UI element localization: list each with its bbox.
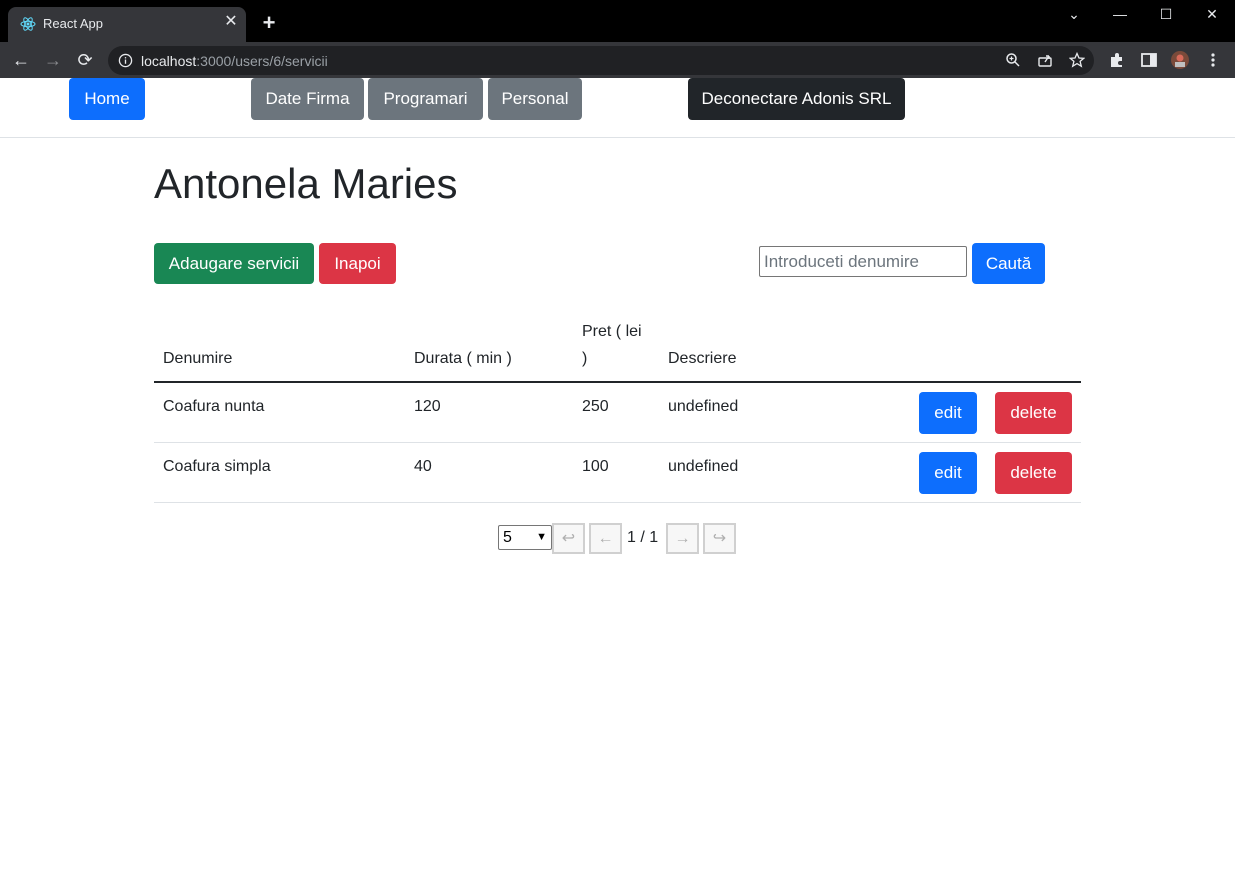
tab-title: React App: [43, 16, 103, 31]
chevron-down-icon: ▼: [536, 531, 547, 543]
tab-search-icon[interactable]: ⌄: [1059, 4, 1089, 24]
last-page-button[interactable]: ↪: [703, 523, 736, 554]
app-navbar: Home Date Firma Programari Personal Deco…: [0, 78, 1235, 138]
search-input[interactable]: [759, 246, 967, 277]
cell-description: undefined: [668, 458, 739, 475]
header-duration: Durata ( min ): [414, 350, 512, 367]
share-icon[interactable]: [1037, 52, 1053, 68]
minimize-button[interactable]: —: [1105, 4, 1135, 24]
cell-price: 100: [582, 458, 609, 475]
programari-button[interactable]: Programari: [368, 78, 483, 120]
page-size-value: 5: [503, 529, 512, 546]
cell-duration: 40: [414, 458, 432, 475]
address-bar[interactable]: localhost:3000/users/6/servicii: [108, 46, 1094, 75]
tab-close-icon[interactable]: ✕: [222, 13, 240, 31]
header-price-line2: ): [582, 350, 588, 367]
header-price-line1: Pret ( lei: [582, 323, 642, 340]
close-window-button[interactable]: ✕: [1197, 4, 1227, 24]
side-panel-icon[interactable]: [1140, 51, 1158, 69]
date-firma-button[interactable]: Date Firma: [251, 78, 364, 120]
header-description: Descriere: [668, 350, 737, 367]
cell-name: Coafura simpla: [163, 458, 271, 475]
url-path: :3000/users/6/servicii: [196, 53, 328, 69]
reload-button[interactable]: ⟳: [74, 49, 96, 71]
browser-toolbar: ← → ⟳ localhost:3000/users/6/servicii: [0, 42, 1235, 78]
url-text: localhost:3000/users/6/servicii: [141, 53, 328, 69]
logout-button[interactable]: Deconectare Adonis SRL: [688, 78, 905, 120]
home-button[interactable]: Home: [69, 78, 145, 120]
delete-button[interactable]: delete: [995, 452, 1072, 494]
cell-description: undefined: [668, 398, 739, 415]
delete-button[interactable]: delete: [995, 392, 1072, 434]
search-button[interactable]: Caută: [972, 243, 1045, 284]
table-row: Coafura simpla 40 100 undefined edit del…: [154, 443, 1081, 503]
page-indicator: 1 / 1: [627, 529, 659, 546]
more-menu-icon[interactable]: [1204, 51, 1222, 69]
forward-button[interactable]: →: [42, 49, 64, 71]
personal-button[interactable]: Personal: [488, 78, 582, 120]
cell-price: 250: [582, 398, 609, 415]
url-host: localhost: [141, 53, 197, 69]
page-size-select[interactable]: 5 ▼: [498, 525, 552, 550]
back-app-button[interactable]: Inapoi: [319, 243, 396, 284]
next-page-button[interactable]: →: [666, 523, 699, 554]
browser-tab[interactable]: React App ✕: [8, 7, 246, 42]
header-name: Denumire: [163, 350, 233, 367]
table-row: Coafura nunta 120 250 undefined edit del…: [154, 383, 1081, 443]
page-title: Antonela Maries: [154, 160, 458, 207]
bookmark-star-icon[interactable]: [1069, 52, 1085, 68]
add-service-button[interactable]: Adaugare servicii: [154, 243, 314, 284]
profile-avatar-icon[interactable]: [1171, 51, 1189, 69]
cell-duration: 120: [414, 398, 441, 415]
zoom-icon[interactable]: [1005, 52, 1021, 68]
edit-button[interactable]: edit: [919, 392, 977, 434]
back-button[interactable]: ←: [10, 49, 32, 71]
edit-button[interactable]: edit: [919, 452, 977, 494]
react-logo-icon: [20, 17, 36, 31]
maximize-button[interactable]: ☐: [1151, 4, 1181, 24]
prev-page-button[interactable]: ←: [589, 523, 622, 554]
browser-titlebar: React App ✕ + ⌄ — ☐ ✕: [0, 0, 1235, 42]
extensions-puzzle-icon[interactable]: [1108, 51, 1126, 69]
cell-name: Coafura nunta: [163, 398, 265, 415]
new-tab-button[interactable]: +: [258, 12, 280, 34]
first-page-button[interactable]: ↩: [552, 523, 585, 554]
site-info-icon[interactable]: [118, 53, 133, 68]
